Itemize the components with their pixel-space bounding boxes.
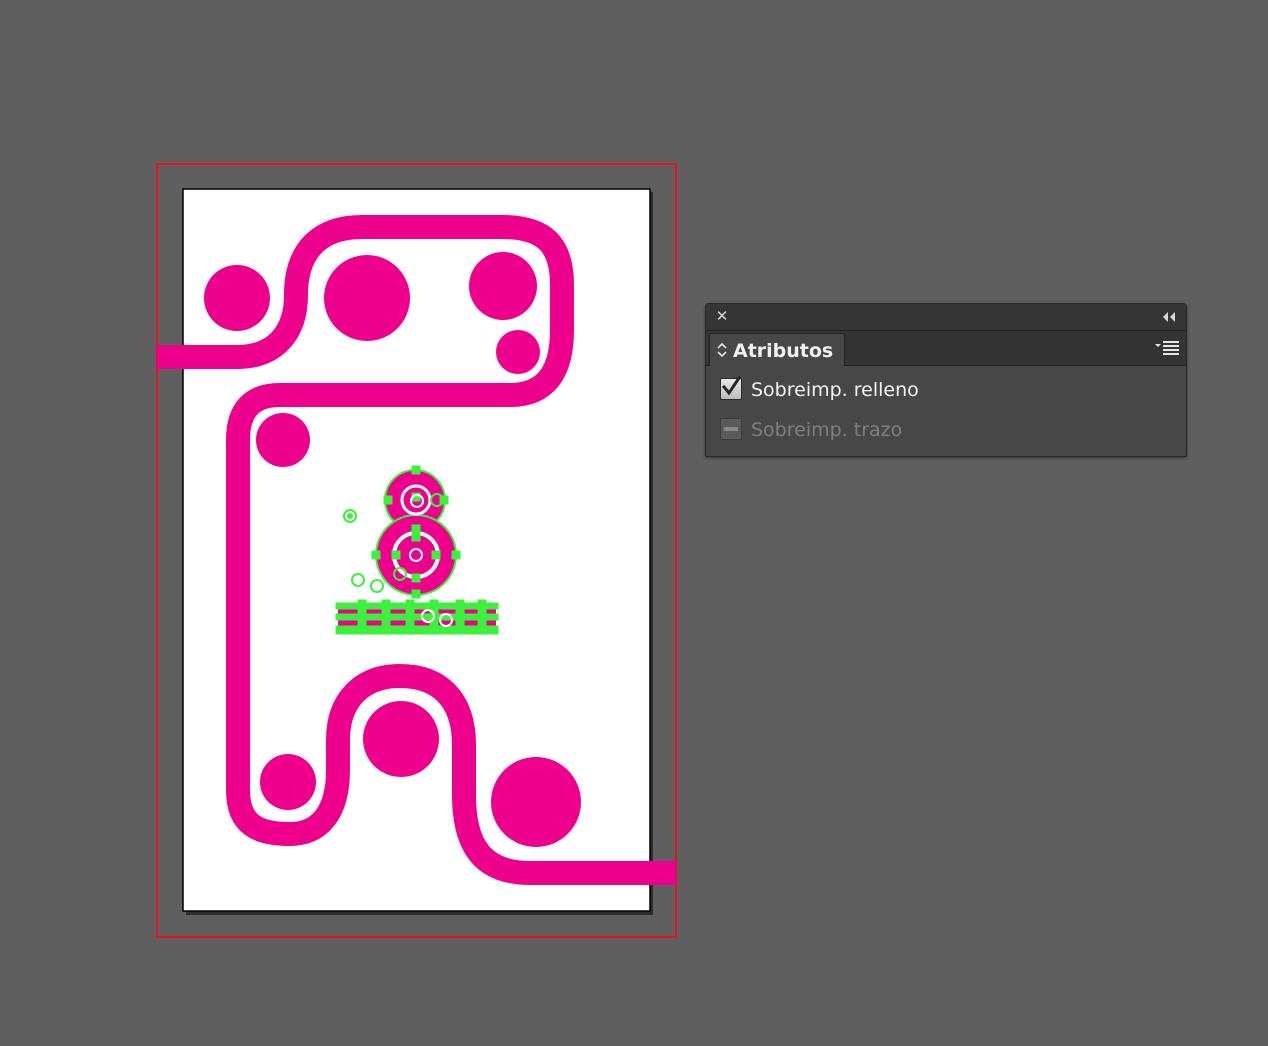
dot [204,265,270,331]
dot [363,701,439,777]
panel-menu-icon[interactable] [1155,340,1179,356]
dot [469,252,537,320]
left-bleed-tab [157,345,184,369]
double-chevron-left-icon[interactable] [1160,309,1178,325]
dot [256,413,310,467]
panel-tabbar: Atributos [706,331,1186,366]
overprint-fill-option[interactable]: Sobreimp. relleno [718,376,1138,403]
overprint-fill-checkbox[interactable] [720,376,742,400]
overprint-fill-label: Sobreimp. relleno [751,379,919,401]
document-canvas[interactable] [0,0,1268,1046]
tab-attributes[interactable]: Atributos [709,333,845,366]
overprint-stroke-option: Sobreimp. trazo [718,417,1138,443]
dot [324,255,410,341]
indeterminate-dash-icon [724,427,738,431]
right-bleed-tab [650,861,676,885]
checkmark-icon [721,376,742,396]
dot [496,330,540,374]
overprint-stroke-checkbox [720,418,742,440]
dot [260,754,316,810]
updown-arrows-icon[interactable] [717,342,727,358]
close-icon[interactable]: ✕ [714,308,730,324]
overprint-stroke-label: Sobreimp. trazo [751,419,903,441]
dot [491,757,581,847]
tab-label: Atributos [733,340,834,362]
panel-titlebar[interactable]: ✕ [706,304,1186,331]
attributes-panel: ✕ Atributos Sobreimp. relleno Sobreimp. … [705,303,1187,457]
workspace: ✕ Atributos Sobreimp. relleno Sobreimp. … [0,0,1268,1046]
